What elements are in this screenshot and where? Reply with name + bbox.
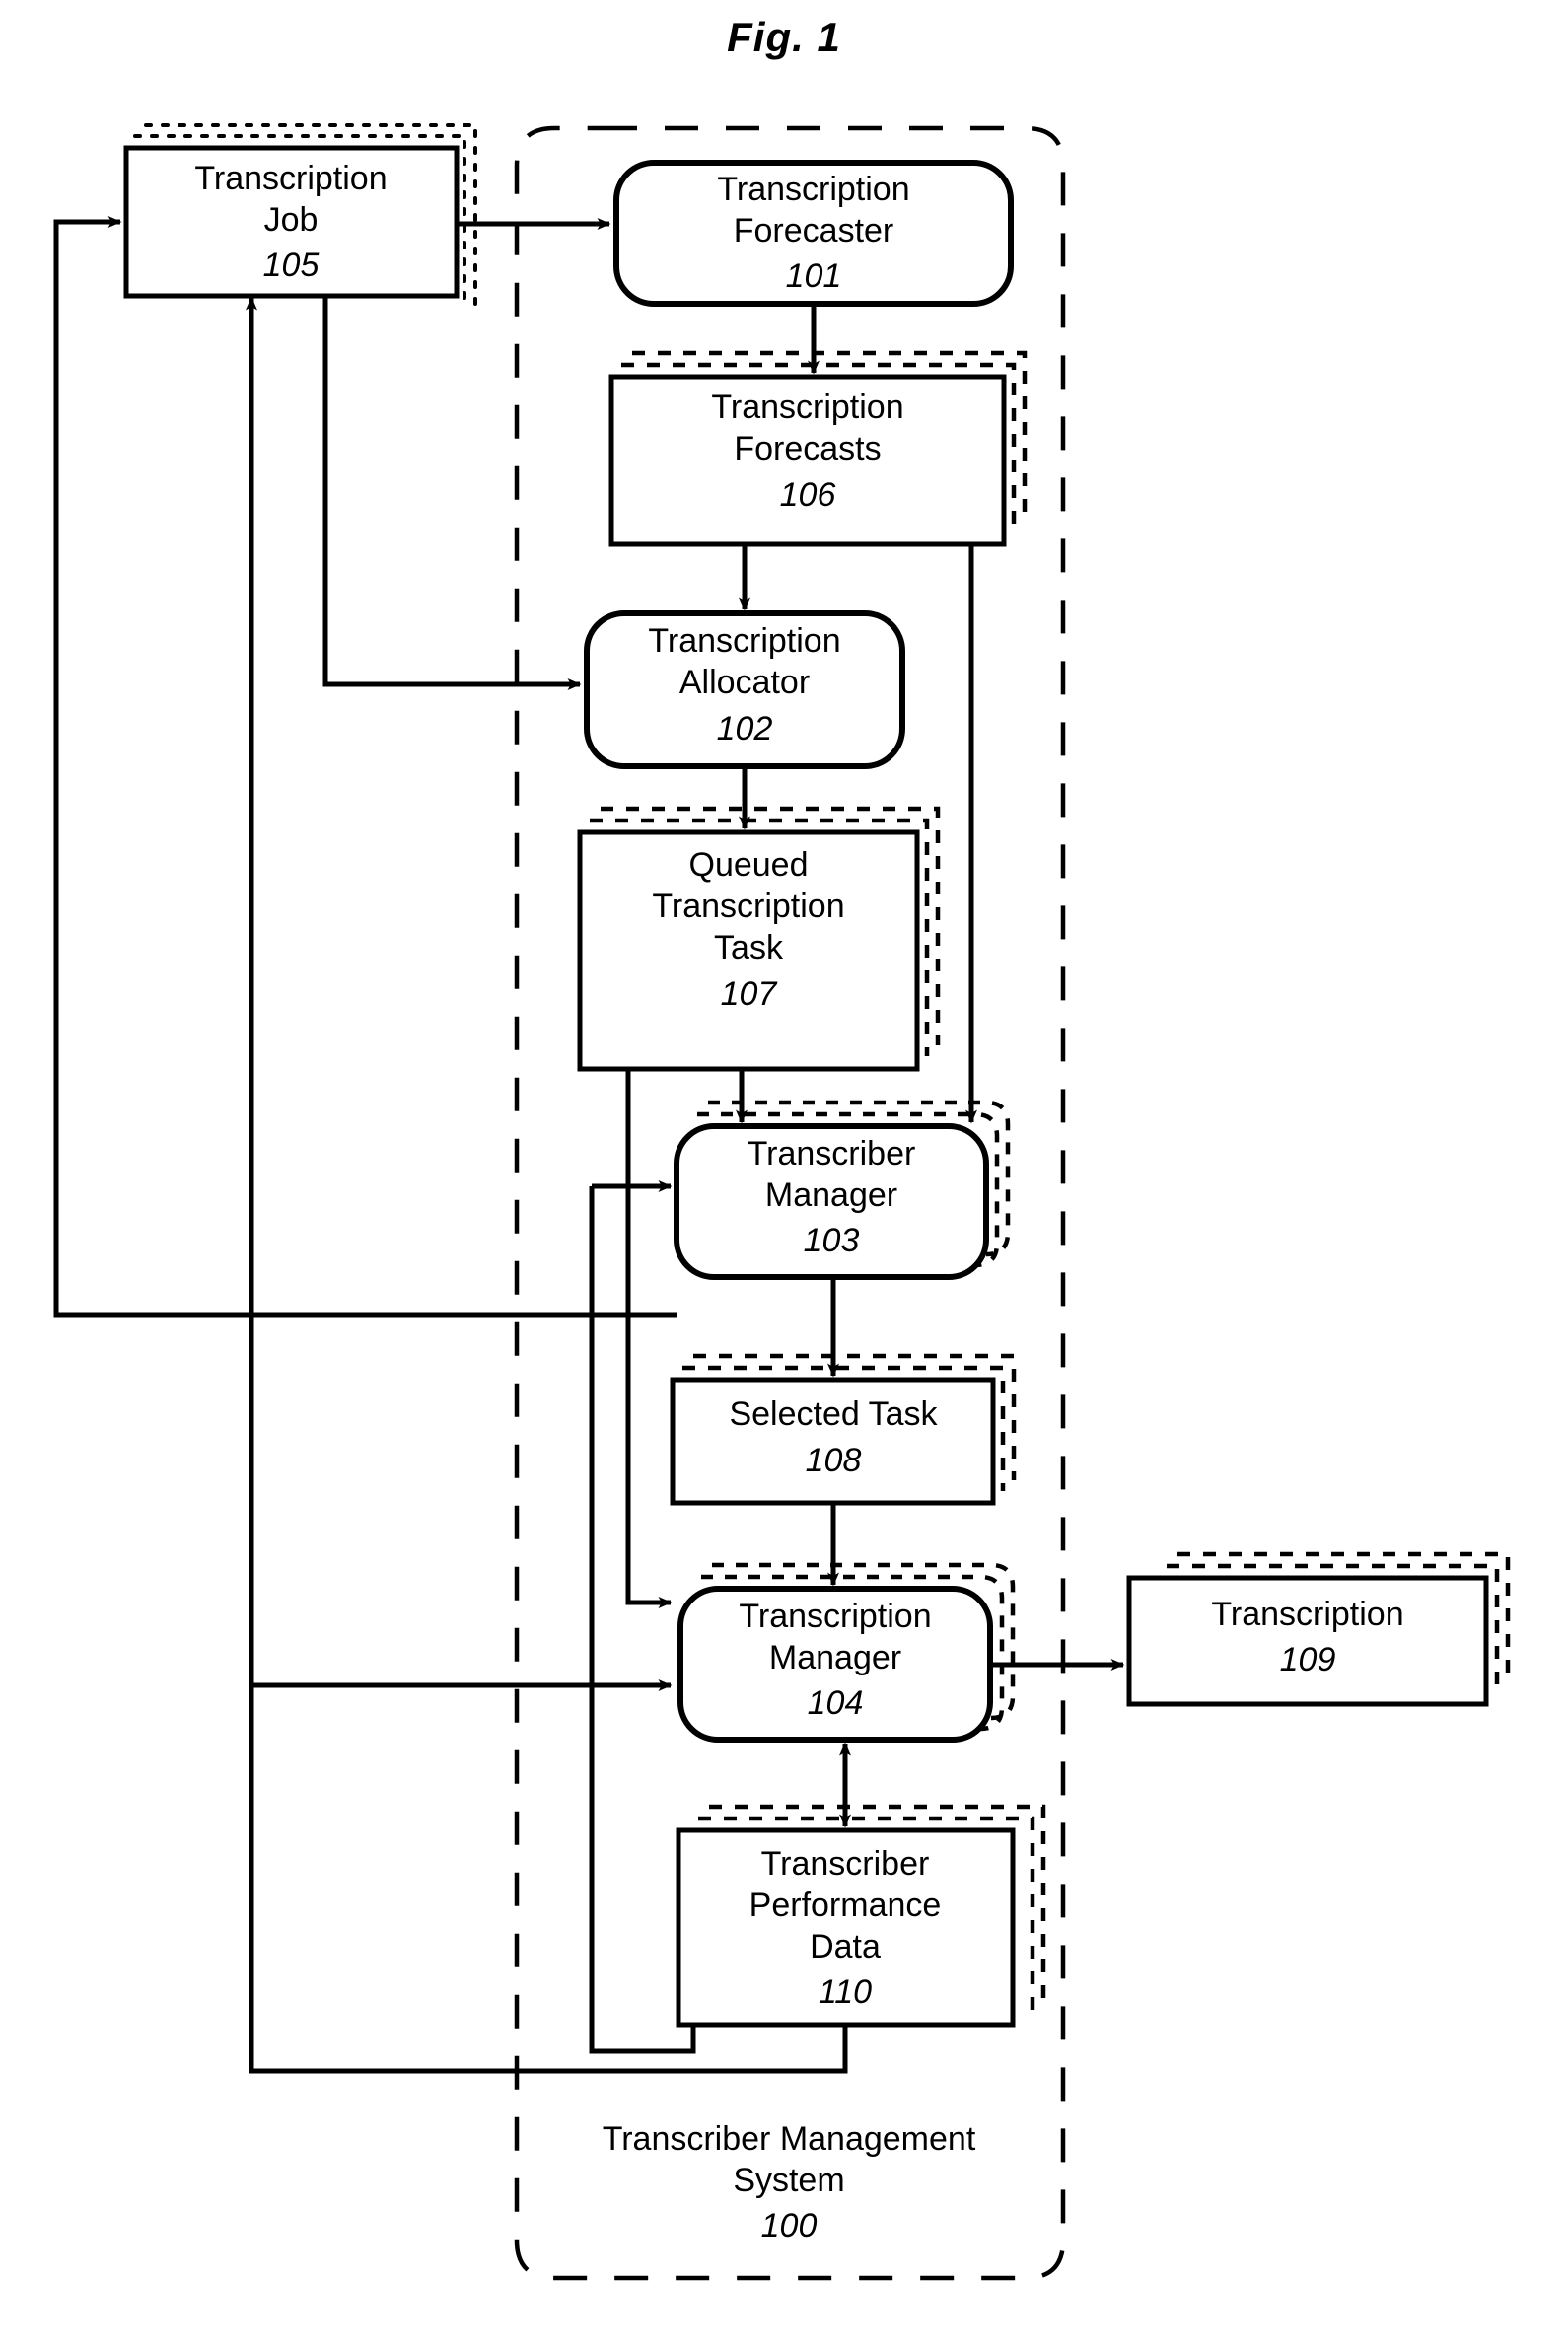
node-label: Data xyxy=(810,1928,881,1965)
node-queued-transcription-task[interactable]: Queued Transcription Task 107 xyxy=(577,806,941,1072)
node-label: Performance xyxy=(749,1887,942,1924)
system-label-line1: Transcriber Management xyxy=(603,2120,976,2158)
node-transcription-forecasts[interactable]: Transcription Forecasts 106 xyxy=(608,350,1028,547)
node-label: Selected Task xyxy=(729,1395,938,1433)
diagram-svg: Transcription Job 105 Transcription Fore… xyxy=(53,123,1511,2281)
node-ref: 101 xyxy=(786,257,842,295)
node-label: Transcription xyxy=(717,171,909,208)
node-label: Transcription xyxy=(739,1598,931,1635)
node-ref: 108 xyxy=(806,1442,862,1479)
system-label-line2: System xyxy=(733,2162,844,2199)
node-label: Forecaster xyxy=(734,212,894,249)
node-transcriber-manager[interactable]: Transcriber Manager 103 xyxy=(674,1100,1011,1280)
node-ref: 107 xyxy=(721,975,778,1013)
figure-canvas: Fig. 1 Transcription Job 105 Transcripti… xyxy=(0,0,1568,2351)
node-label: Task xyxy=(714,929,784,966)
connector-queued-task-to-transcription-manager xyxy=(625,1071,673,1608)
node-ref: 105 xyxy=(263,247,320,284)
node-transcriber-performance-data[interactable]: Transcriber Performance Data 110 xyxy=(676,1804,1046,2028)
connector-transcriber-manager-to-job xyxy=(53,216,677,1318)
node-transcription-forecaster[interactable]: Transcription Forecaster 101 xyxy=(613,160,1014,307)
node-transcription-job[interactable]: Transcription Job 105 xyxy=(123,123,477,308)
node-label: Transcription xyxy=(711,389,903,426)
node-ref: 109 xyxy=(1280,1641,1336,1678)
node-ref: 102 xyxy=(717,710,773,748)
node-ref: 110 xyxy=(819,1973,872,2011)
node-label: Transcriber xyxy=(761,1845,930,1883)
node-ref: 104 xyxy=(808,1684,864,1722)
connector-job-to-allocator xyxy=(322,298,582,690)
node-selected-task[interactable]: Selected Task 108 xyxy=(670,1353,1017,1506)
node-ref: 103 xyxy=(804,1222,860,1259)
node-label: Allocator xyxy=(679,664,810,701)
node-label: Transcription xyxy=(648,622,840,660)
node-label: Manager xyxy=(765,1176,897,1214)
node-label: Job xyxy=(264,201,319,239)
node-label: Transcription xyxy=(652,888,844,925)
node-label: Queued xyxy=(689,846,809,884)
node-label: Transcriber xyxy=(748,1135,916,1173)
node-transcription-output[interactable]: Transcription 109 xyxy=(1126,1551,1511,1707)
node-label: Transcription xyxy=(194,160,387,197)
node-transcription-manager[interactable]: Transcription Manager 104 xyxy=(677,1562,1016,1743)
system-boundary-caption: Transcriber Management System 100 xyxy=(603,2120,976,2244)
node-label: Transcription xyxy=(1211,1596,1403,1633)
node-ref: 106 xyxy=(780,476,836,514)
node-transcription-allocator[interactable]: Transcription Allocator 102 xyxy=(584,610,905,769)
node-label: Forecasts xyxy=(734,430,881,467)
node-label: Manager xyxy=(769,1639,901,1676)
system-ref: 100 xyxy=(761,2207,818,2244)
